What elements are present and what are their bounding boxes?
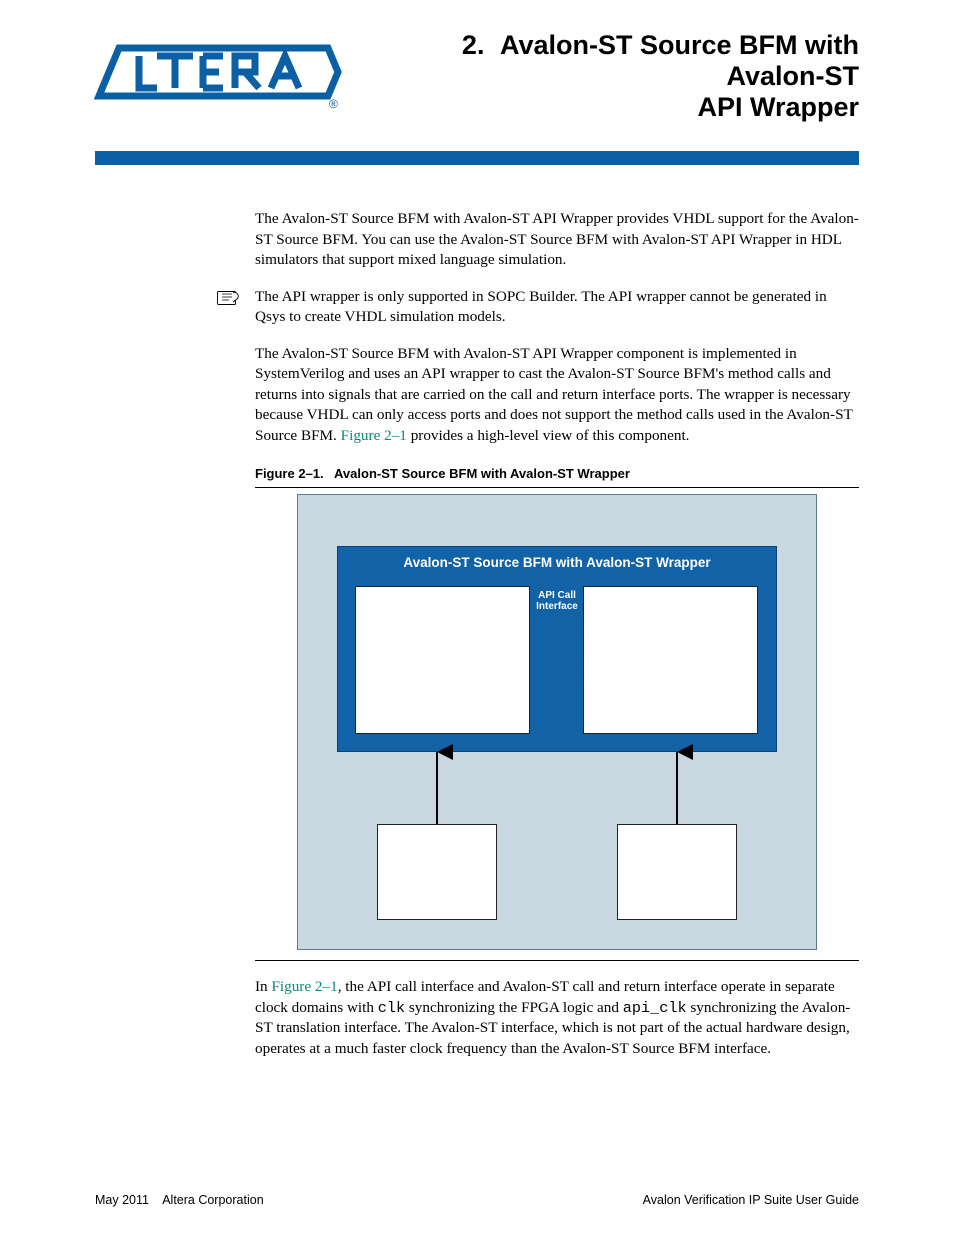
diagram-arrows bbox=[297, 494, 817, 950]
chapter-title-l2: API Wrapper bbox=[697, 92, 859, 122]
body-p3d: synchronizing the FPGA logic and bbox=[405, 999, 623, 1016]
altera-logo: ® bbox=[95, 42, 340, 112]
body-p2b: provides a high-level view of this compo… bbox=[407, 427, 690, 444]
body-paragraph-1: The Avalon-ST Source BFM with Avalon-ST … bbox=[255, 209, 859, 271]
header-rule bbox=[95, 151, 859, 165]
note-hand-icon bbox=[217, 289, 241, 312]
figure-caption-label: Figure 2–1. bbox=[255, 466, 324, 481]
footer-date: May 2011 bbox=[95, 1193, 149, 1207]
body-p3a: In bbox=[255, 978, 271, 995]
figure-2-1-diagram: Avalon-ST Source BFM with Avalon-ST Wrap… bbox=[297, 494, 817, 950]
footer-right: Avalon Verification IP Suite User Guide bbox=[643, 1193, 859, 1207]
footer-left: May 2011 Altera Corporation bbox=[95, 1193, 264, 1207]
figure-caption-text: Avalon-ST Source BFM with Avalon-ST Wrap… bbox=[334, 466, 630, 481]
note-text: The API wrapper is only supported in SOP… bbox=[255, 287, 859, 328]
code-api-clk: api_clk bbox=[623, 999, 687, 1017]
body-paragraph-3: In Figure 2–1, the API call interface an… bbox=[255, 977, 859, 1059]
registered-mark: ® bbox=[329, 97, 338, 111]
xref-figure-2-1[interactable]: Figure 2–1 bbox=[341, 427, 407, 444]
chapter-number: 2. bbox=[462, 30, 485, 60]
footer-corp: Altera Corporation bbox=[162, 1193, 263, 1207]
chapter-title: 2. Avalon-ST Source BFM with Avalon-ST A… bbox=[360, 30, 859, 123]
xref-figure-2-1-b[interactable]: Figure 2–1 bbox=[271, 978, 337, 995]
body-paragraph-2: The Avalon-ST Source BFM with Avalon-ST … bbox=[255, 344, 859, 447]
chapter-title-l1: Avalon-ST Source BFM with Avalon-ST bbox=[500, 30, 859, 91]
figure-caption: Figure 2–1. Avalon-ST Source BFM with Av… bbox=[255, 466, 859, 488]
code-clk: clk bbox=[378, 999, 405, 1017]
